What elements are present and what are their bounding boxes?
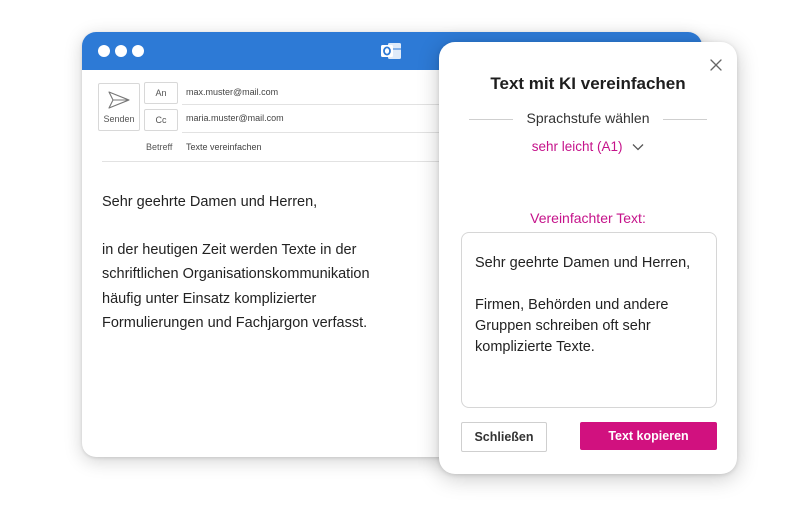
- result-label: Vereinfachter Text:: [530, 210, 646, 226]
- result-text: Sehr geehrte Damen und Herren, Firmen, B…: [475, 255, 691, 355]
- subject-field[interactable]: Texte vereinfachen: [186, 142, 262, 152]
- close-button[interactable]: Schließen: [461, 422, 547, 452]
- outlook-icon: [381, 43, 401, 59]
- level-selected-value: sehr leicht (A1): [531, 139, 623, 154]
- mail-body-greeting[interactable]: Sehr geehrte Damen und Herren,: [102, 190, 317, 215]
- mail-body-line[interactable]: häufig unter Einsatz komplizierter: [102, 287, 316, 312]
- level-dropdown[interactable]: sehr leicht (A1): [439, 139, 737, 154]
- chevron-down-icon: [632, 144, 644, 151]
- subject-label: Betreff: [146, 142, 173, 152]
- send-label: Senden: [103, 114, 135, 124]
- window-dot-2[interactable]: [115, 45, 127, 57]
- mail-body-line[interactable]: Formulierungen und Fachjargon verfasst.: [102, 311, 367, 336]
- send-button[interactable]: Senden: [98, 83, 140, 131]
- mail-body-line[interactable]: in der heutigen Zeit werden Texte in der: [102, 238, 356, 263]
- cc-button[interactable]: Cc: [144, 109, 178, 131]
- close-icon[interactable]: [709, 58, 723, 72]
- result-textbox[interactable]: Sehr geehrte Damen und Herren, Firmen, B…: [461, 232, 717, 408]
- to-button[interactable]: An: [144, 82, 178, 104]
- cc-field[interactable]: maria.muster@mail.com: [186, 113, 284, 123]
- dialog-title: Text mit KI vereinfachen: [490, 74, 686, 93]
- send-icon: [108, 91, 130, 109]
- window-dot-1[interactable]: [98, 45, 110, 57]
- level-label: Sprachstufe wählen: [526, 110, 650, 126]
- mail-body-line[interactable]: schriftlichen Organisationskommunikation: [102, 262, 370, 287]
- simplify-dialog: Text mit KI vereinfachen Sprachstufe wäh…: [439, 42, 737, 474]
- level-divider-right: [663, 119, 707, 120]
- window-dot-3[interactable]: [132, 45, 144, 57]
- copy-text-button[interactable]: Text kopieren: [580, 422, 717, 450]
- to-field[interactable]: max.muster@mail.com: [186, 87, 278, 97]
